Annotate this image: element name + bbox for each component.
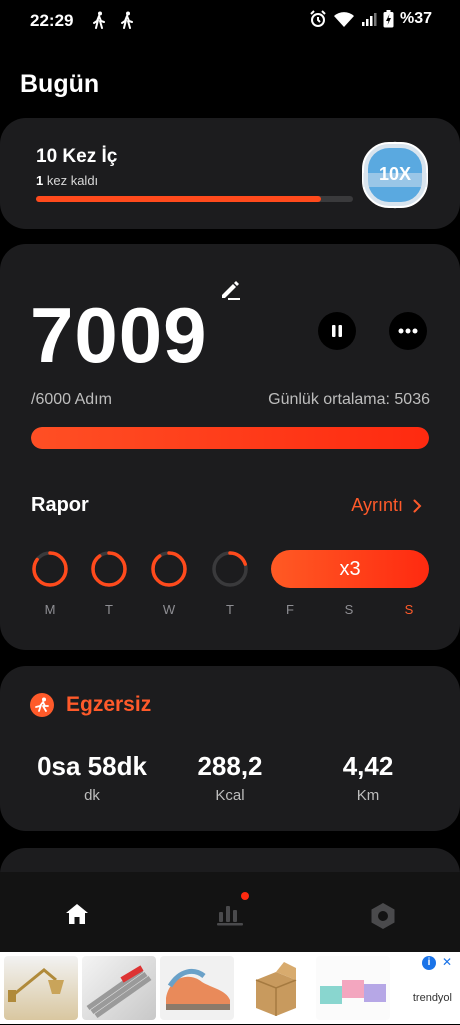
challenge-title: 10 Kez İç <box>36 146 118 167</box>
steps-progress-fill <box>31 427 429 449</box>
signal-icon <box>361 13 377 26</box>
badge-text: 10X <box>379 164 411 184</box>
steps-card: 7009 /6000 Adım Günlük ortalama: 5036 Ra… <box>0 244 460 650</box>
challenge-remaining-count: 1 <box>36 173 44 188</box>
challenge-badge: 10X <box>362 141 428 209</box>
ad-brand: trendyol <box>412 992 452 1004</box>
more-button[interactable] <box>389 312 427 350</box>
page-title: Bugün <box>20 70 100 98</box>
bottom-nav <box>0 872 460 952</box>
challenge-remaining: 1 kez kaldı <box>36 173 98 188</box>
report-title: Rapor <box>31 494 89 516</box>
day-label: W <box>162 602 176 617</box>
battery-percent: %37 <box>399 10 432 27</box>
ad-info-icon[interactable]: i <box>422 956 436 970</box>
status-time: 22:29 <box>30 11 74 30</box>
ad-product-tools[interactable] <box>82 956 156 1020</box>
details-link[interactable]: Ayrıntı <box>351 495 422 516</box>
stats-icon[interactable] <box>216 902 244 926</box>
pause-button[interactable] <box>318 312 356 350</box>
status-indicators: %37 <box>309 10 432 28</box>
streak-pill[interactable]: x3 <box>271 550 429 588</box>
day-label: S <box>344 602 354 617</box>
distance-unit: Km <box>356 787 380 804</box>
ad-product-box[interactable] <box>238 956 312 1020</box>
ad-product-containers[interactable] <box>316 956 390 1020</box>
exercise-title: Egzersiz <box>66 693 152 716</box>
details-link-label: Ayrıntı <box>351 495 403 515</box>
edit-icon[interactable] <box>219 279 241 301</box>
day-progress-ring <box>32 551 68 587</box>
walking-person-icon <box>93 11 105 29</box>
walking-person-icon <box>121 11 133 29</box>
day-progress-ring <box>151 551 187 587</box>
calories-value: 288,2 <box>197 751 263 781</box>
day-label: S <box>404 602 414 617</box>
challenge-progress-bar <box>36 196 353 202</box>
ad-product-shoes[interactable] <box>160 956 234 1020</box>
wifi-icon <box>333 12 354 27</box>
day-label: T <box>226 602 234 617</box>
duration-unit: dk <box>84 787 100 804</box>
day-progress-ring <box>212 551 248 587</box>
battery-icon <box>383 10 394 28</box>
challenge-progress-fill <box>36 196 322 202</box>
ad-product-lamp[interactable] <box>4 956 78 1020</box>
stats-notification-dot <box>241 892 249 900</box>
calories-unit: Kcal <box>215 787 245 804</box>
home-icon[interactable] <box>64 902 90 926</box>
exercise-card[interactable]: Egzersiz 0sa 58dk dk 288,2 Kcal 4,42 Km <box>0 666 460 831</box>
steps-progress-bar <box>31 427 429 449</box>
settings-icon[interactable] <box>369 902 397 930</box>
chevron-right-icon <box>413 499 422 512</box>
day-label: F <box>286 602 294 617</box>
ad-close-icon[interactable]: ✕ <box>442 955 452 969</box>
pause-icon <box>332 325 342 337</box>
alarm-icon <box>310 10 326 27</box>
day-label: M <box>44 602 56 617</box>
running-icon <box>30 693 54 717</box>
duration-value: 0sa 58dk <box>37 751 147 781</box>
status-bar: 22:29 %37 <box>0 0 460 40</box>
day-label: T <box>105 602 113 617</box>
more-icon <box>398 328 418 334</box>
ad-banner[interactable]: i ✕ trendyol <box>0 952 460 1024</box>
steps-goal: /6000 Adım <box>31 391 112 408</box>
day-progress-ring <box>91 551 127 587</box>
challenge-remaining-text: kez kaldı <box>46 173 99 188</box>
steps-count: 7009 <box>30 291 208 379</box>
distance-value: 4,42 <box>342 751 394 781</box>
daily-average: Günlük ortalama: 5036 <box>268 391 430 408</box>
